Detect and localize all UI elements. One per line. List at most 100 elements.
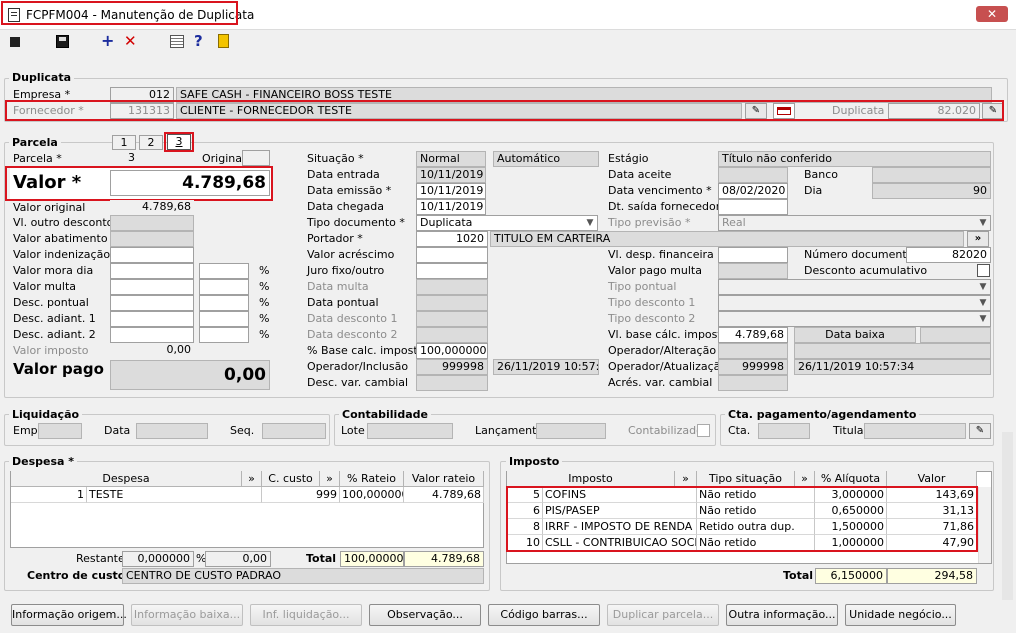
pct-label: %: [259, 312, 270, 325]
outra-informacao-button[interactable]: Outra informação...: [726, 604, 838, 626]
imposto-col-header[interactable]: Imposto: [507, 471, 675, 487]
table-cell[interactable]: PIS/PASEP: [543, 503, 697, 519]
table-cell[interactable]: Retido outra dup.: [697, 519, 815, 535]
table-cell[interactable]: Não retido: [697, 487, 815, 503]
desconto-acumulativo-checkbox[interactable]: [977, 264, 990, 277]
codigo-barras-button[interactable]: Código barras...: [488, 604, 600, 626]
desc-pontual-pct-field[interactable]: [199, 295, 249, 311]
data-emissao-field[interactable]: 10/11/2019: [416, 183, 486, 199]
desc-adiant-1-pct-field[interactable]: [199, 311, 249, 327]
valor-multa-pct-field[interactable]: [199, 279, 249, 295]
imposto-lookup-header[interactable]: »: [675, 471, 697, 487]
table-cell[interactable]: IRRF - IMPOSTO DE RENDA RET: [543, 519, 697, 535]
base-calc-field[interactable]: 100,000000: [416, 343, 488, 359]
table-cell[interactable]: 1,500000: [815, 519, 887, 535]
valor-pago-multa-label: Valor pago multa: [608, 264, 702, 277]
parcela-value[interactable]: 3: [110, 151, 138, 167]
document-icon: [8, 8, 20, 22]
table-cell[interactable]: 3,000000: [815, 487, 887, 503]
table-cell[interactable]: 4.789,68: [404, 487, 484, 503]
calendar-icon[interactable]: [170, 35, 184, 48]
ccusto-lookup-header[interactable]: »: [320, 471, 340, 487]
table-cell[interactable]: 71,86: [887, 519, 977, 535]
valor-acrescimo-field[interactable]: [416, 247, 488, 263]
situacao-auto-field: Automático: [493, 151, 599, 167]
table-cell[interactable]: COFINS: [543, 487, 697, 503]
exit-icon[interactable]: [218, 34, 229, 48]
close-icon[interactable]: ✕: [976, 6, 1008, 22]
dt-saida-fornecedor-field[interactable]: [718, 199, 788, 215]
valor-multa-field[interactable]: [110, 279, 194, 295]
data-pontual-label: Data pontual: [307, 296, 379, 309]
tipo-desconto-2-select: [718, 311, 991, 327]
table-cell[interactable]: 8: [507, 519, 543, 535]
table-cell[interactable]: 31,13: [887, 503, 977, 519]
table-cell[interactable]: 100,000000: [340, 487, 404, 503]
plus-icon[interactable]: +: [101, 33, 114, 49]
table-cell[interactable]: 5: [507, 487, 543, 503]
table-cell[interactable]: 1,000000: [815, 535, 887, 551]
valor-field[interactable]: 4.789,68: [110, 170, 270, 196]
valor-mora-dia-field[interactable]: [110, 263, 194, 279]
desc-adiant-2-pct-field[interactable]: [199, 327, 249, 343]
fornecedor-edit-button[interactable]: ✎: [745, 103, 767, 119]
x-icon[interactable]: ✕: [124, 33, 137, 49]
aliquota-col-header[interactable]: % Alíquota: [815, 471, 887, 487]
observacao-button[interactable]: Observação...: [369, 604, 481, 626]
table-cell[interactable]: 47,90: [887, 535, 977, 551]
pct-label: %: [259, 296, 270, 309]
despesa-col-header[interactable]: Despesa: [11, 471, 242, 487]
imposto-scrollbar[interactable]: [978, 487, 991, 563]
table-cell[interactable]: Não retido: [697, 535, 815, 551]
juro-field[interactable]: [416, 263, 488, 279]
unidade-negocio-button[interactable]: Unidade negócio...: [845, 604, 956, 626]
ccusto-col-header[interactable]: C. custo: [262, 471, 320, 487]
cursor-icon[interactable]: [10, 37, 20, 47]
valor-mora-dia-pct-field[interactable]: [199, 263, 249, 279]
valor-rateio-col-header[interactable]: Valor rateio: [404, 471, 484, 487]
table-cell[interactable]: 1: [11, 487, 87, 503]
vl-desp-financeira-field[interactable]: [718, 247, 788, 263]
table-cell[interactable]: TESTE: [87, 487, 262, 503]
desc-adiant-2-field[interactable]: [110, 327, 194, 343]
parcela-tab-3[interactable]: 3: [167, 134, 191, 150]
table-cell[interactable]: 10: [507, 535, 543, 551]
rateio-col-header[interactable]: % Rateio: [340, 471, 404, 487]
inf-liquidacao-button[interactable]: Inf. liquidação...: [250, 604, 362, 626]
data-chegada-field[interactable]: 10/11/2019: [416, 199, 486, 215]
valor-indenizacao-field[interactable]: [110, 247, 194, 263]
despesa-lookup-header[interactable]: »: [242, 471, 262, 487]
pct-label: %: [259, 280, 270, 293]
table-cell[interactable]: Não retido: [697, 503, 815, 519]
informacao-origem-button[interactable]: Informação origem...: [11, 604, 127, 626]
fornecedor-calendar-icon[interactable]: [773, 103, 795, 119]
table-cell[interactable]: 6: [507, 503, 543, 519]
titular-edit-button[interactable]: ✎: [969, 423, 991, 439]
table-cell[interactable]: CSLL - CONTRIBUICAO SOCIAL: [543, 535, 697, 551]
save-icon[interactable]: [56, 35, 69, 48]
tipo-documento-select[interactable]: Duplicata: [416, 215, 598, 231]
lancamento-field: [536, 423, 606, 439]
numero-documento-field[interactable]: 82020: [906, 247, 991, 263]
help-icon[interactable]: ?: [194, 32, 203, 50]
table-cell[interactable]: 143,69: [887, 487, 977, 503]
tipo-situacao-col-header[interactable]: Tipo situação: [697, 471, 795, 487]
table-cell[interactable]: 999: [262, 487, 340, 503]
tipo-situacao-lookup-header[interactable]: »: [795, 471, 815, 487]
valor-col-header[interactable]: Valor: [887, 471, 977, 487]
parcela-tab-2[interactable]: 2: [139, 135, 163, 150]
chevron-down-icon[interactable]: ▼: [583, 216, 597, 230]
portador-code[interactable]: 1020: [416, 231, 488, 247]
duplicar-parcela-button[interactable]: Duplicar parcela...: [607, 604, 719, 626]
desc-pontual-field[interactable]: [110, 295, 194, 311]
window-scrollbar[interactable]: [1002, 432, 1013, 600]
vl-base-calc-field[interactable]: 4.789,68: [718, 327, 788, 343]
parcela-tab-1[interactable]: 1: [112, 135, 136, 150]
desc-adiant-1-field[interactable]: [110, 311, 194, 327]
portador-lookup-button[interactable]: »: [967, 231, 989, 247]
table-cell[interactable]: 0,650000: [815, 503, 887, 519]
duplicata-edit-button[interactable]: ✎: [982, 103, 1004, 119]
valor-original-label: Valor original: [13, 201, 86, 214]
data-vencimento-field[interactable]: 08/02/2020: [718, 183, 788, 199]
informacao-baixa-button[interactable]: Informação baixa...: [131, 604, 243, 626]
